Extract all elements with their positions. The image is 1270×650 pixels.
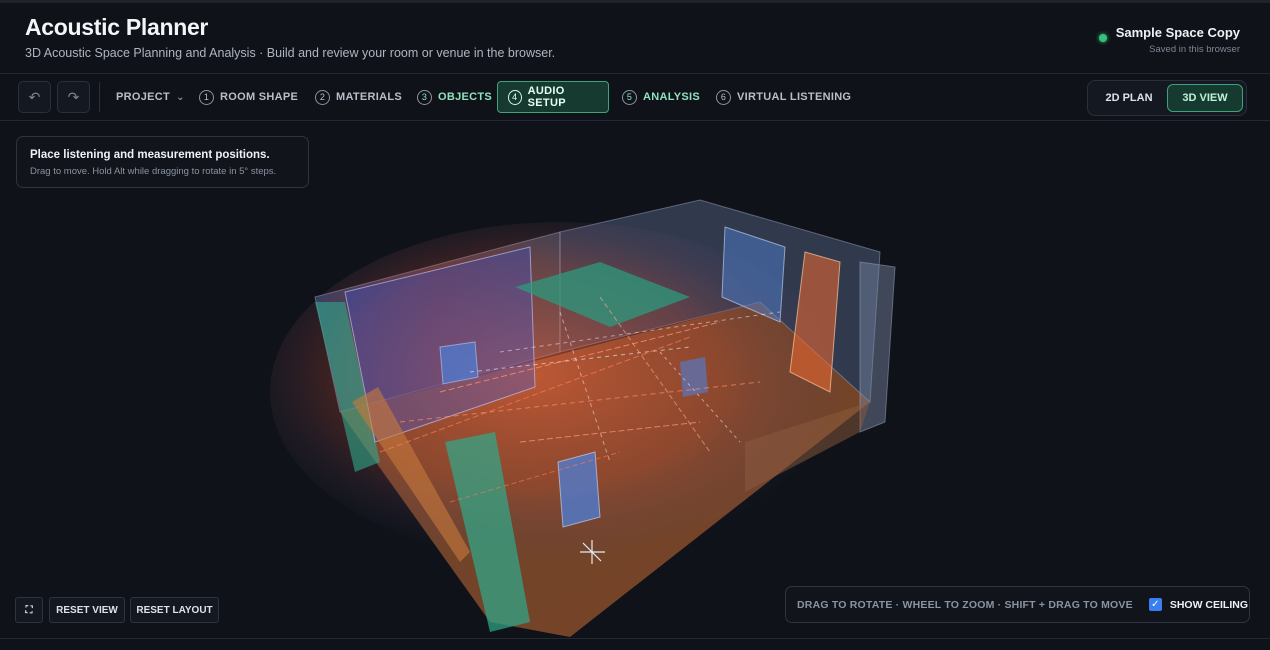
hint-detail: Drag to move. Hold Alt while dragging to…: [30, 166, 277, 177]
show-ceiling-checkbox[interactable]: ✓: [1148, 598, 1162, 611]
step-room-shape[interactable]: 1 ROOM SHAPE: [189, 81, 308, 113]
app-header: Acoustic Planner 3D Acoustic Space Plann…: [0, 3, 1270, 73]
controls-hint-bar: DRAG TO ROTATE · WHEEL TO ZOOM · SHIFT +…: [785, 586, 1250, 623]
toolbar-divider: [99, 82, 100, 112]
save-status: Sample Space Copy Saved in this browser: [1098, 23, 1240, 55]
view-2d-plan-button[interactable]: 2D PLAN: [1093, 84, 1165, 112]
step-objects[interactable]: 3 OBJECTS: [407, 81, 502, 113]
reset-layout-button[interactable]: RESET LAYOUT: [130, 597, 219, 623]
step-analysis[interactable]: 5 ANALYSIS: [612, 81, 710, 113]
step-number: 3: [417, 89, 432, 105]
3d-viewport[interactable]: Place listening and measurement position…: [0, 122, 1270, 638]
show-ceiling-label[interactable]: SHOW CEILING: [1170, 599, 1248, 611]
undo-button[interactable]: ↶: [18, 81, 51, 113]
step-label: VIRTUAL LISTENING: [737, 91, 852, 103]
step-number: 6: [716, 89, 731, 105]
step-number: 4: [508, 89, 522, 105]
step-number: 2: [315, 89, 330, 105]
step-label: AUDIO SETUP: [527, 85, 566, 109]
project-label: PROJECT: [116, 91, 171, 103]
redo-button[interactable]: ↷: [57, 81, 90, 113]
reset-view-button[interactable]: RESET VIEW: [49, 597, 125, 623]
save-detail: Saved in this browser: [1149, 44, 1240, 55]
chair-object: [439, 341, 479, 385]
listening-seat: [557, 451, 601, 528]
status-strip: [0, 638, 1270, 650]
step-number: 5: [622, 89, 637, 105]
view-3d-button[interactable]: 3D VIEW: [1167, 84, 1243, 112]
step-audio-setup[interactable]: 4 AUDIO SETUP: [497, 81, 609, 113]
chevron-down-icon: ⌄: [176, 91, 185, 103]
undo-icon: ↶: [28, 88, 41, 105]
step-label: OBJECTS: [438, 91, 493, 103]
placement-hint-card: Place listening and measurement position…: [16, 136, 309, 188]
step-materials[interactable]: 2 MATERIALS: [305, 81, 412, 113]
fullscreen-icon: ⛶: [25, 604, 33, 616]
redo-icon: ↷: [67, 88, 80, 105]
project-name: Sample Space Copy: [1115, 25, 1240, 40]
project-menu[interactable]: PROJECT ⌄: [106, 81, 195, 113]
saved-status-dot-icon: [1098, 34, 1107, 42]
app-subtitle: 3D Acoustic Space Planning and Analysis …: [25, 46, 556, 60]
controls-hint-text: DRAG TO ROTATE · WHEEL TO ZOOM · SHIFT +…: [797, 598, 1133, 611]
view-toggle: 2D PLAN 3D VIEW: [1087, 80, 1247, 116]
room-3d-render[interactable]: [0, 122, 1270, 638]
fullscreen-button[interactable]: ⛶: [15, 597, 43, 623]
hint-title: Place listening and measurement position…: [30, 149, 270, 161]
toolbar: ↶ ↷ PROJECT ⌄ 1 ROOM SHAPE 2 MATERIALS 3…: [0, 73, 1270, 121]
app-title: Acoustic Planner: [25, 14, 209, 40]
step-virtual-listening[interactable]: 6 VIRTUAL LISTENING: [706, 81, 861, 113]
step-label: ANALYSIS: [643, 91, 701, 103]
step-label: MATERIALS: [336, 91, 403, 103]
step-label: ROOM SHAPE: [220, 91, 299, 103]
step-number: 1: [199, 89, 214, 105]
